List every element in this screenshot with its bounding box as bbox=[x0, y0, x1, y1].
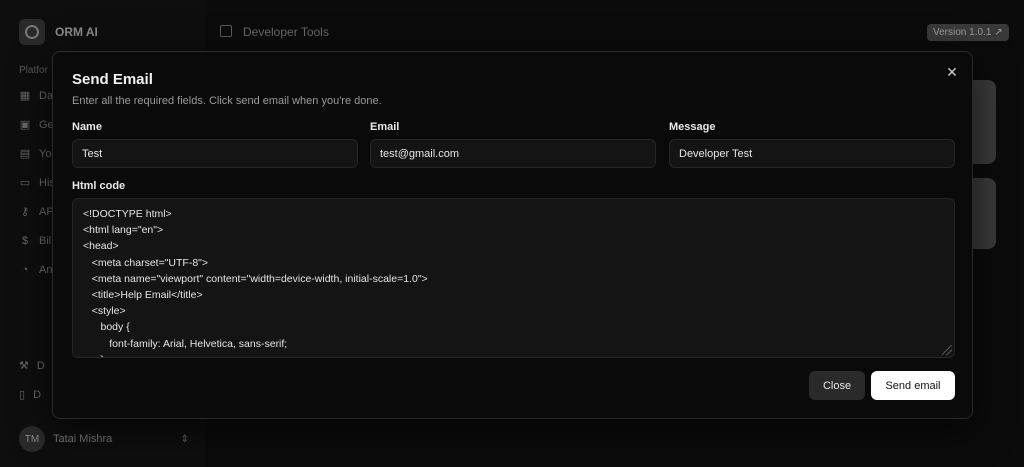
close-button[interactable]: Close bbox=[809, 371, 865, 400]
send-email-dialog: ✕ Send Email Enter all the required fiel… bbox=[52, 51, 973, 419]
version-badge[interactable]: Version 1.0.1 ↗ bbox=[927, 24, 1009, 41]
images-icon: ▤ bbox=[19, 148, 31, 160]
app-logo bbox=[19, 19, 45, 45]
email-field[interactable] bbox=[370, 139, 656, 168]
sidebar-item-generate[interactable]: ▣ Ge bbox=[19, 119, 54, 131]
sidebar-item-billing[interactable]: $ Bil bbox=[19, 235, 51, 247]
send-email-button[interactable]: Send email bbox=[871, 371, 955, 400]
avatar: TM bbox=[19, 426, 45, 452]
name-label: Name bbox=[72, 121, 102, 133]
sidebar-item-developer[interactable]: ⚒ D bbox=[19, 359, 45, 373]
key-icon: ⚷ bbox=[20, 206, 30, 218]
grid-icon: ▦ bbox=[19, 90, 31, 102]
chevron-up-down-icon: ⇕ bbox=[180, 433, 189, 445]
page-title: Developer Tools bbox=[243, 25, 329, 39]
background-card bbox=[973, 178, 996, 249]
sidebar-item-dashboard[interactable]: ▦ Da bbox=[19, 90, 53, 102]
dialog-title: Send Email bbox=[72, 71, 153, 88]
name-field[interactable] bbox=[72, 139, 358, 168]
background-card bbox=[973, 80, 996, 164]
app-name: ORM AI bbox=[55, 25, 98, 39]
sidebar-item-docs[interactable]: ▯ D bbox=[19, 388, 41, 402]
pie-chart-icon: ◔ bbox=[21, 264, 29, 276]
sidebar-item-analytics[interactable]: ◔ An bbox=[19, 264, 53, 276]
sidebar-item-history[interactable]: ▭ His bbox=[19, 177, 55, 189]
close-icon[interactable]: ✕ bbox=[945, 65, 959, 79]
history-icon: ▭ bbox=[19, 177, 31, 189]
html-code-textarea[interactable]: <!DOCTYPE html> <html lang="en"> <head> … bbox=[72, 198, 955, 358]
user-menu[interactable]: TM Tatai Mishra ⇕ bbox=[19, 426, 189, 452]
book-icon: ▯ bbox=[19, 389, 26, 401]
message-label: Message bbox=[669, 121, 716, 133]
user-name: Tatai Mishra bbox=[53, 433, 113, 445]
sidebar-item-your-images[interactable]: ▤ Yo bbox=[19, 148, 52, 160]
sidebar-toggle-icon[interactable] bbox=[220, 25, 232, 37]
dollar-icon: $ bbox=[21, 235, 29, 247]
external-link-icon: ↗ bbox=[994, 27, 1003, 38]
email-label: Email bbox=[370, 121, 400, 133]
message-field[interactable] bbox=[669, 139, 955, 168]
dialog-description: Enter all the required fields. Click sen… bbox=[72, 95, 382, 107]
sidebar-section-label: Platfor bbox=[19, 65, 48, 76]
resize-handle-icon[interactable] bbox=[942, 345, 952, 355]
image-icon: ▣ bbox=[19, 119, 31, 131]
tool-icon: ⚒ bbox=[19, 360, 29, 372]
sidebar-item-api[interactable]: ⚷ AP bbox=[19, 206, 54, 218]
html-code-label: Html code bbox=[72, 180, 126, 192]
